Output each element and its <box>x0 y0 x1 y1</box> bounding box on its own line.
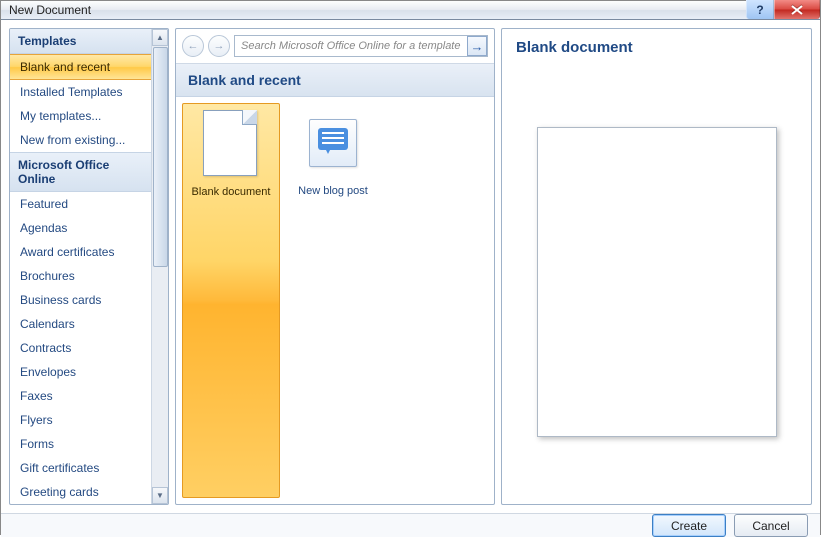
blog-post-icon <box>305 109 361 177</box>
nav-back-button[interactable]: ← <box>182 35 204 57</box>
sidebar-item-faxes[interactable]: Faxes <box>10 384 151 408</box>
template-label: Blank document <box>192 186 271 198</box>
sidebar-item-calendars[interactable]: Calendars <box>10 312 151 336</box>
sidebar-item-my-templates[interactable]: My templates... <box>10 104 151 128</box>
dialog-footer: Create Cancel <box>1 513 820 537</box>
arrow-right-icon: → <box>471 39 484 54</box>
sidebar-item-business-cards[interactable]: Business cards <box>10 288 151 312</box>
sidebar-item-greeting-cards[interactable]: Greeting cards <box>10 480 151 504</box>
gallery-section-title: Blank and recent <box>176 64 494 97</box>
preview-page <box>537 127 777 437</box>
window-buttons: ? <box>746 0 820 19</box>
cancel-button[interactable]: Cancel <box>734 514 808 537</box>
sidebar-item-brochures[interactable]: Brochures <box>10 264 151 288</box>
gallery-toolbar: ← → → <box>176 29 494 64</box>
search-wrap: → <box>234 35 488 57</box>
close-button[interactable] <box>774 0 820 19</box>
sidebar-item-installed-templates[interactable]: Installed Templates <box>10 80 151 104</box>
blank-document-icon <box>203 110 259 178</box>
sidebar-item-blank-and-recent[interactable]: Blank and recent <box>10 54 151 80</box>
category-header-templates: Templates <box>10 29 151 54</box>
close-icon <box>791 5 803 15</box>
sidebar-scrollbar[interactable]: ▲ ▼ <box>151 29 168 504</box>
search-input[interactable] <box>234 35 488 57</box>
sidebar-item-contracts[interactable]: Contracts <box>10 336 151 360</box>
templates-area: Blank document New blog post <box>176 97 494 504</box>
category-header-office-online: Microsoft Office Online <box>10 152 151 192</box>
new-document-dialog: New Document ? Templates Blank and recen… <box>0 0 821 535</box>
window-title: New Document <box>9 3 746 17</box>
sidebar-item-agendas[interactable]: Agendas <box>10 216 151 240</box>
sidebar-item-envelopes[interactable]: Envelopes <box>10 360 151 384</box>
sidebar-item-forms[interactable]: Forms <box>10 432 151 456</box>
scroll-up-icon[interactable]: ▲ <box>152 29 168 46</box>
template-label: New blog post <box>298 185 368 197</box>
sidebar-item-new-from-existing[interactable]: New from existing... <box>10 128 151 152</box>
nav-forward-button[interactable]: → <box>208 35 230 57</box>
search-go-button[interactable]: → <box>467 36 487 56</box>
template-new-blog-post[interactable]: New blog post <box>284 103 382 498</box>
sidebar-item-gift-certificates[interactable]: Gift certificates <box>10 456 151 480</box>
content-area: Templates Blank and recent Installed Tem… <box>1 20 820 513</box>
scroll-thumb[interactable] <box>153 47 168 267</box>
preview-panel: Blank document <box>501 28 812 505</box>
template-gallery-panel: ← → → Blank and recent Bla <box>175 28 495 505</box>
sidebar-item-flyers[interactable]: Flyers <box>10 408 151 432</box>
arrow-right-icon: → <box>214 40 225 52</box>
scroll-down-icon[interactable]: ▼ <box>152 487 168 504</box>
category-list: Templates Blank and recent Installed Tem… <box>10 29 151 504</box>
template-blank-document[interactable]: Blank document <box>182 103 280 498</box>
preview-area <box>516 70 797 494</box>
category-sidebar: Templates Blank and recent Installed Tem… <box>9 28 169 505</box>
help-button[interactable]: ? <box>746 0 774 19</box>
create-button[interactable]: Create <box>652 514 726 537</box>
sidebar-item-featured[interactable]: Featured <box>10 192 151 216</box>
preview-title: Blank document <box>516 39 797 56</box>
arrow-left-icon: ← <box>188 40 199 52</box>
titlebar: New Document ? <box>1 1 820 20</box>
sidebar-item-award-certificates[interactable]: Award certificates <box>10 240 151 264</box>
